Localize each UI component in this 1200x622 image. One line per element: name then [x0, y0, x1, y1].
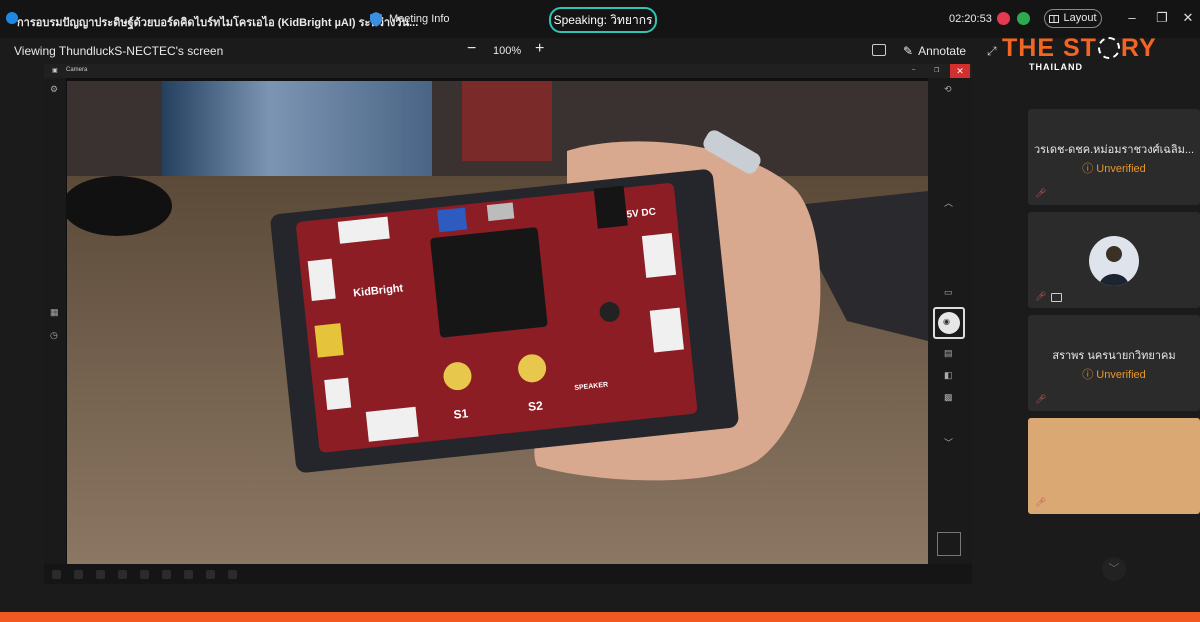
participant-tile[interactable]: 🎤︎	[1028, 212, 1200, 308]
blue-switch	[437, 207, 468, 233]
video-icon	[1051, 293, 1062, 302]
remote-taskbar	[44, 564, 972, 584]
usb-port	[486, 202, 515, 222]
annotate-button[interactable]: ✎ Annotate	[903, 44, 966, 58]
participant-name: สราพร นครนายกวิทยาคม	[1052, 350, 1176, 362]
participants-panel: วรเดช-ดชค.หม่อมราชวงศ์เฉลิม... ⓘ Unverif…	[972, 64, 1200, 612]
unverified-badge: ⓘ Unverified	[1082, 369, 1146, 381]
close-icon[interactable]: ✕	[1180, 10, 1196, 26]
meeting-timer: 02:20:53	[949, 13, 992, 25]
taskbar-app-icon[interactable]	[118, 570, 127, 579]
participant-tile[interactable]: วรเดช-ดชค.หม่อมราชวงศ์เฉลิม... ⓘ Unverif…	[1028, 109, 1200, 205]
lamp-base	[67, 176, 172, 236]
chevron-up-icon[interactable]: ︿	[944, 196, 953, 209]
camera-left-rail: ⚙ ▦ ◷	[44, 78, 66, 564]
minimize-icon[interactable]: –	[1124, 10, 1140, 26]
dc-jack	[593, 185, 628, 229]
camera-feed: KidBright S1 S2 5V DC SPEAKER	[67, 81, 928, 564]
layout-icon	[1049, 14, 1060, 23]
connector-left-yellow	[314, 323, 344, 358]
timer-icon[interactable]: ◷	[50, 330, 58, 341]
shield-icon	[370, 12, 382, 27]
pen-icon: ✎	[903, 44, 914, 58]
camera-window-title: Camera	[66, 67, 88, 73]
gallery-thumbnail[interactable]	[937, 532, 961, 556]
document-mode-icon[interactable]: ▤	[944, 348, 953, 359]
curtain	[162, 81, 432, 191]
connector-right-1	[641, 232, 677, 278]
connection-icon[interactable]	[1017, 12, 1030, 25]
taskbar-app-icon[interactable]	[206, 570, 215, 579]
taskbar-app-icon[interactable]	[74, 570, 83, 579]
camera-minimize-icon[interactable]: –	[912, 67, 915, 73]
connector-bottom	[365, 406, 419, 442]
hdr-icon[interactable]: ▦	[50, 307, 59, 318]
participant-name: วรเดช-ดชค.หม่อมราชวงศ์เฉลิม...	[1034, 144, 1194, 156]
camera-window-titlebar: ▣ Camera – ❐ ✕	[44, 64, 972, 78]
settings-icon[interactable]: ⚙	[50, 84, 58, 95]
brand-bottom-bar	[0, 612, 1200, 622]
taskbar-app-icon[interactable]	[228, 570, 237, 579]
whiteboard-mode-icon[interactable]: ◧	[944, 370, 953, 381]
participant-tile[interactable]: สราพร นครนายกวิทยาคม ⓘ Unverified 🎤︎	[1028, 315, 1200, 411]
lcd-screen	[430, 227, 548, 338]
button-s1-label: S1	[453, 406, 469, 421]
restore-icon[interactable]: ❐	[1154, 10, 1170, 26]
layout-label: Layout	[1063, 12, 1097, 24]
shared-screen: ▣ Camera – ❐ ✕ ⚙ ▦ ◷ ⟲ ︿ ▭ ◉ ▤ ◧ ▩ ﹀ Kid…	[44, 64, 972, 584]
participant-tile[interactable]: 🎤︎	[1028, 418, 1200, 514]
camera-restore-icon[interactable]: ❐	[934, 67, 939, 74]
connector-left-1	[307, 258, 336, 301]
zoom-in-icon[interactable]: +	[535, 40, 544, 58]
speaking-indicator: Speaking: วิทยากร	[549, 7, 657, 33]
recording-icon[interactable]	[997, 12, 1010, 25]
taskbar-app-icon[interactable]	[184, 570, 193, 579]
connector-left-2	[324, 377, 352, 410]
muted-mic-icon: 🎤︎	[1035, 394, 1047, 404]
screen-share-icon[interactable]	[872, 44, 886, 56]
camera-icon: ◉	[943, 317, 950, 326]
camera-close-icon[interactable]: ✕	[950, 64, 970, 78]
take-photo-button[interactable]: ◉	[933, 307, 965, 339]
chevron-down-icon[interactable]: ﹀	[944, 436, 953, 449]
layout-button[interactable]: Layout	[1044, 9, 1102, 28]
avatar	[1089, 236, 1139, 286]
switch-camera-icon[interactable]: ⟲	[944, 84, 952, 95]
window-titlebar: การอบรมปัญญาประดิษฐ์ด้วยบอร์ดคิดไบร์ทไมโ…	[0, 0, 1200, 38]
taskbar-app-icon[interactable]	[96, 570, 105, 579]
scroll-down-icon[interactable]: ﹀	[1102, 557, 1126, 581]
meeting-info-button[interactable]: Meeting Info	[369, 10, 450, 28]
connector-right-2	[649, 307, 684, 353]
taskbar-app-icon[interactable]	[162, 570, 171, 579]
unverified-badge: ⓘ Unverified	[1082, 163, 1146, 175]
logo-o-icon	[1097, 37, 1120, 59]
expand-icon[interactable]: ⤢	[987, 44, 997, 59]
meeting-info-label: Meeting Info	[389, 13, 450, 25]
muted-mic-icon: 🎤︎	[1035, 291, 1047, 301]
red-object	[462, 81, 552, 161]
annotate-label: Annotate	[918, 44, 967, 58]
muted-mic-icon: 🎤︎	[1035, 497, 1047, 507]
barcode-mode-icon[interactable]: ▩	[944, 392, 953, 403]
zoom-out-icon[interactable]: −	[467, 40, 476, 58]
taskbar-app-icon[interactable]	[140, 570, 149, 579]
muted-mic-icon: 🎤︎	[1035, 188, 1047, 198]
video-mode-icon[interactable]: ▭	[944, 287, 953, 298]
meeting-title: การอบรมปัญญาประดิษฐ์ด้วยบอร์ดคิดไบร์ทไมโ…	[17, 17, 419, 29]
zoom-level: 100%	[493, 45, 522, 57]
viewing-label: Viewing ThundluckS-NECTEC's screen	[14, 44, 224, 58]
camera-app-icon: ▣	[52, 68, 58, 74]
button-s2-label: S2	[527, 398, 543, 413]
start-icon[interactable]	[52, 570, 61, 579]
camera-right-rail: ⟲ ︿ ▭ ◉ ▤ ◧ ▩ ﹀	[928, 78, 972, 564]
